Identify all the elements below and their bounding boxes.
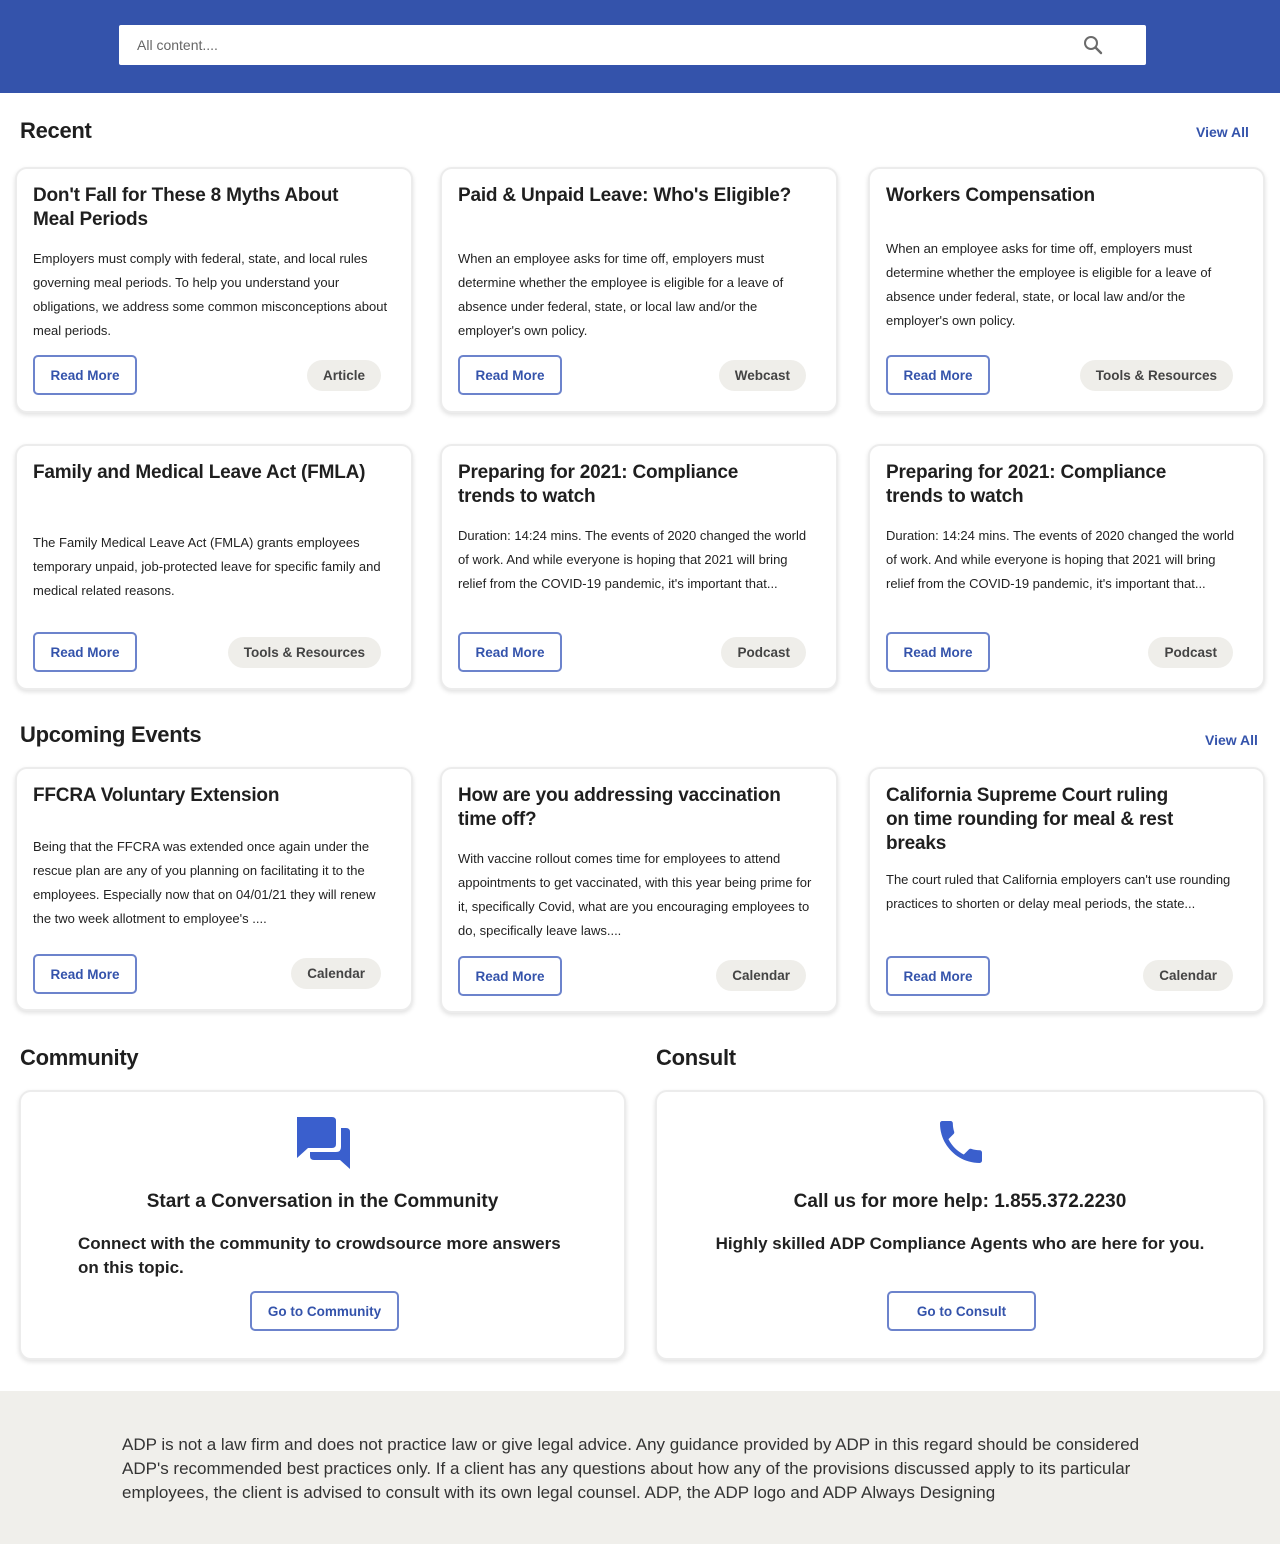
- content-type-badge: Podcast: [721, 637, 806, 668]
- recent-card: Preparing for 2021: Compliance trends to…: [868, 444, 1265, 690]
- events-section-title: Upcoming Events: [20, 722, 202, 747]
- card-description: Being that the FFCRA was extended once a…: [33, 839, 376, 926]
- content-type-badge: Article: [306, 360, 381, 391]
- read-more-button[interactable]: Read More: [458, 355, 562, 395]
- content-type-badge: Calendar: [716, 960, 806, 991]
- content-type-badge: Calendar: [291, 958, 381, 989]
- consult-heading: Call us for more help: 1.855.372.2230: [793, 1191, 1127, 1212]
- content-type-badge: Webcast: [718, 360, 806, 391]
- read-more-button[interactable]: Read More: [458, 632, 562, 672]
- top-header: [0, 0, 1280, 93]
- read-more-button[interactable]: Read More: [33, 355, 137, 395]
- read-more-button[interactable]: Read More: [886, 355, 990, 395]
- card-description: With vaccine rollout comes time for empl…: [458, 851, 812, 938]
- footer: ADP is not a law firm and does not pract…: [0, 1391, 1280, 1544]
- recent-card: Don't Fall for These 8 Myths About Meal …: [15, 167, 413, 413]
- card-description: The Family Medical Leave Act (FMLA) gran…: [33, 535, 381, 598]
- card-title: Workers Compensation: [886, 185, 1095, 206]
- recent-view-all-link[interactable]: View All: [1196, 124, 1249, 140]
- go-to-consult-button[interactable]: Go to Consult: [887, 1291, 1036, 1331]
- read-more-button[interactable]: Read More: [33, 954, 137, 994]
- card-title: FFCRA Voluntary Extension: [33, 785, 280, 806]
- card-title: Preparing for 2021: Compliance trends to…: [458, 462, 739, 507]
- community-section-title: Community: [20, 1045, 139, 1070]
- card-description: The court ruled that California employer…: [886, 872, 1231, 911]
- search-input[interactable]: [119, 25, 1059, 65]
- recent-card: Paid & Unpaid Leave: Who's Eligible? Whe…: [440, 167, 838, 413]
- read-more-button[interactable]: Read More: [886, 632, 990, 672]
- chat-icon: [297, 1117, 350, 1169]
- community-description: Connect with the community to crowdsourc…: [78, 1234, 561, 1277]
- recent-card: Workers Compensation When an employee as…: [868, 167, 1265, 413]
- consult-card: Call us for more help: 1.855.372.2230 Hi…: [655, 1090, 1265, 1360]
- legal-disclaimer: ADP is not a law firm and does not pract…: [122, 1435, 1140, 1502]
- recent-card: Family and Medical Leave Act (FMLA) The …: [15, 444, 413, 690]
- event-card: California Supreme Court ruling on time …: [868, 767, 1265, 1013]
- card-title: Paid & Unpaid Leave: Who's Eligible?: [458, 185, 792, 206]
- card-description: Employers must comply with federal, stat…: [33, 251, 388, 338]
- read-more-button[interactable]: Read More: [458, 956, 562, 996]
- card-title: California Supreme Court ruling on time …: [886, 785, 1174, 854]
- community-card: Start a Conversation in the Community Co…: [19, 1090, 626, 1360]
- search-icon[interactable]: [1083, 35, 1103, 55]
- phone-icon: [940, 1121, 982, 1163]
- content-type-badge: Podcast: [1148, 637, 1233, 668]
- content-type-badge: Tools & Resources: [1079, 360, 1233, 391]
- recent-card: Preparing for 2021: Compliance trends to…: [440, 444, 838, 690]
- card-description: Duration: 14:24 mins. The events of 2020…: [886, 528, 1235, 591]
- card-description: When an employee asks for time off, empl…: [886, 241, 1212, 328]
- events-view-all-link[interactable]: View All: [1205, 732, 1258, 748]
- card-description: Duration: 14:24 mins. The events of 2020…: [458, 528, 807, 591]
- event-card: FFCRA Voluntary Extension Being that the…: [15, 767, 413, 1011]
- consult-description: Highly skilled ADP Compliance Agents who…: [715, 1234, 1205, 1253]
- content-type-badge: Calendar: [1143, 960, 1233, 991]
- consult-section-title: Consult: [656, 1045, 736, 1070]
- search-bar: [119, 25, 1146, 65]
- recent-section-title: Recent: [20, 118, 92, 143]
- card-title: How are you addressing vaccination time …: [458, 785, 781, 830]
- card-title: Don't Fall for These 8 Myths About Meal …: [33, 185, 339, 230]
- read-more-button[interactable]: Read More: [886, 956, 990, 996]
- card-description: When an employee asks for time off, empl…: [458, 251, 784, 338]
- card-title: Family and Medical Leave Act (FMLA): [33, 462, 366, 483]
- go-to-community-button[interactable]: Go to Community: [250, 1291, 399, 1331]
- community-heading: Start a Conversation in the Community: [146, 1191, 499, 1212]
- content-type-badge: Tools & Resources: [227, 637, 381, 668]
- read-more-button[interactable]: Read More: [33, 632, 137, 672]
- card-title: Preparing for 2021: Compliance trends to…: [886, 462, 1167, 507]
- event-card: How are you addressing vaccination time …: [440, 767, 838, 1013]
